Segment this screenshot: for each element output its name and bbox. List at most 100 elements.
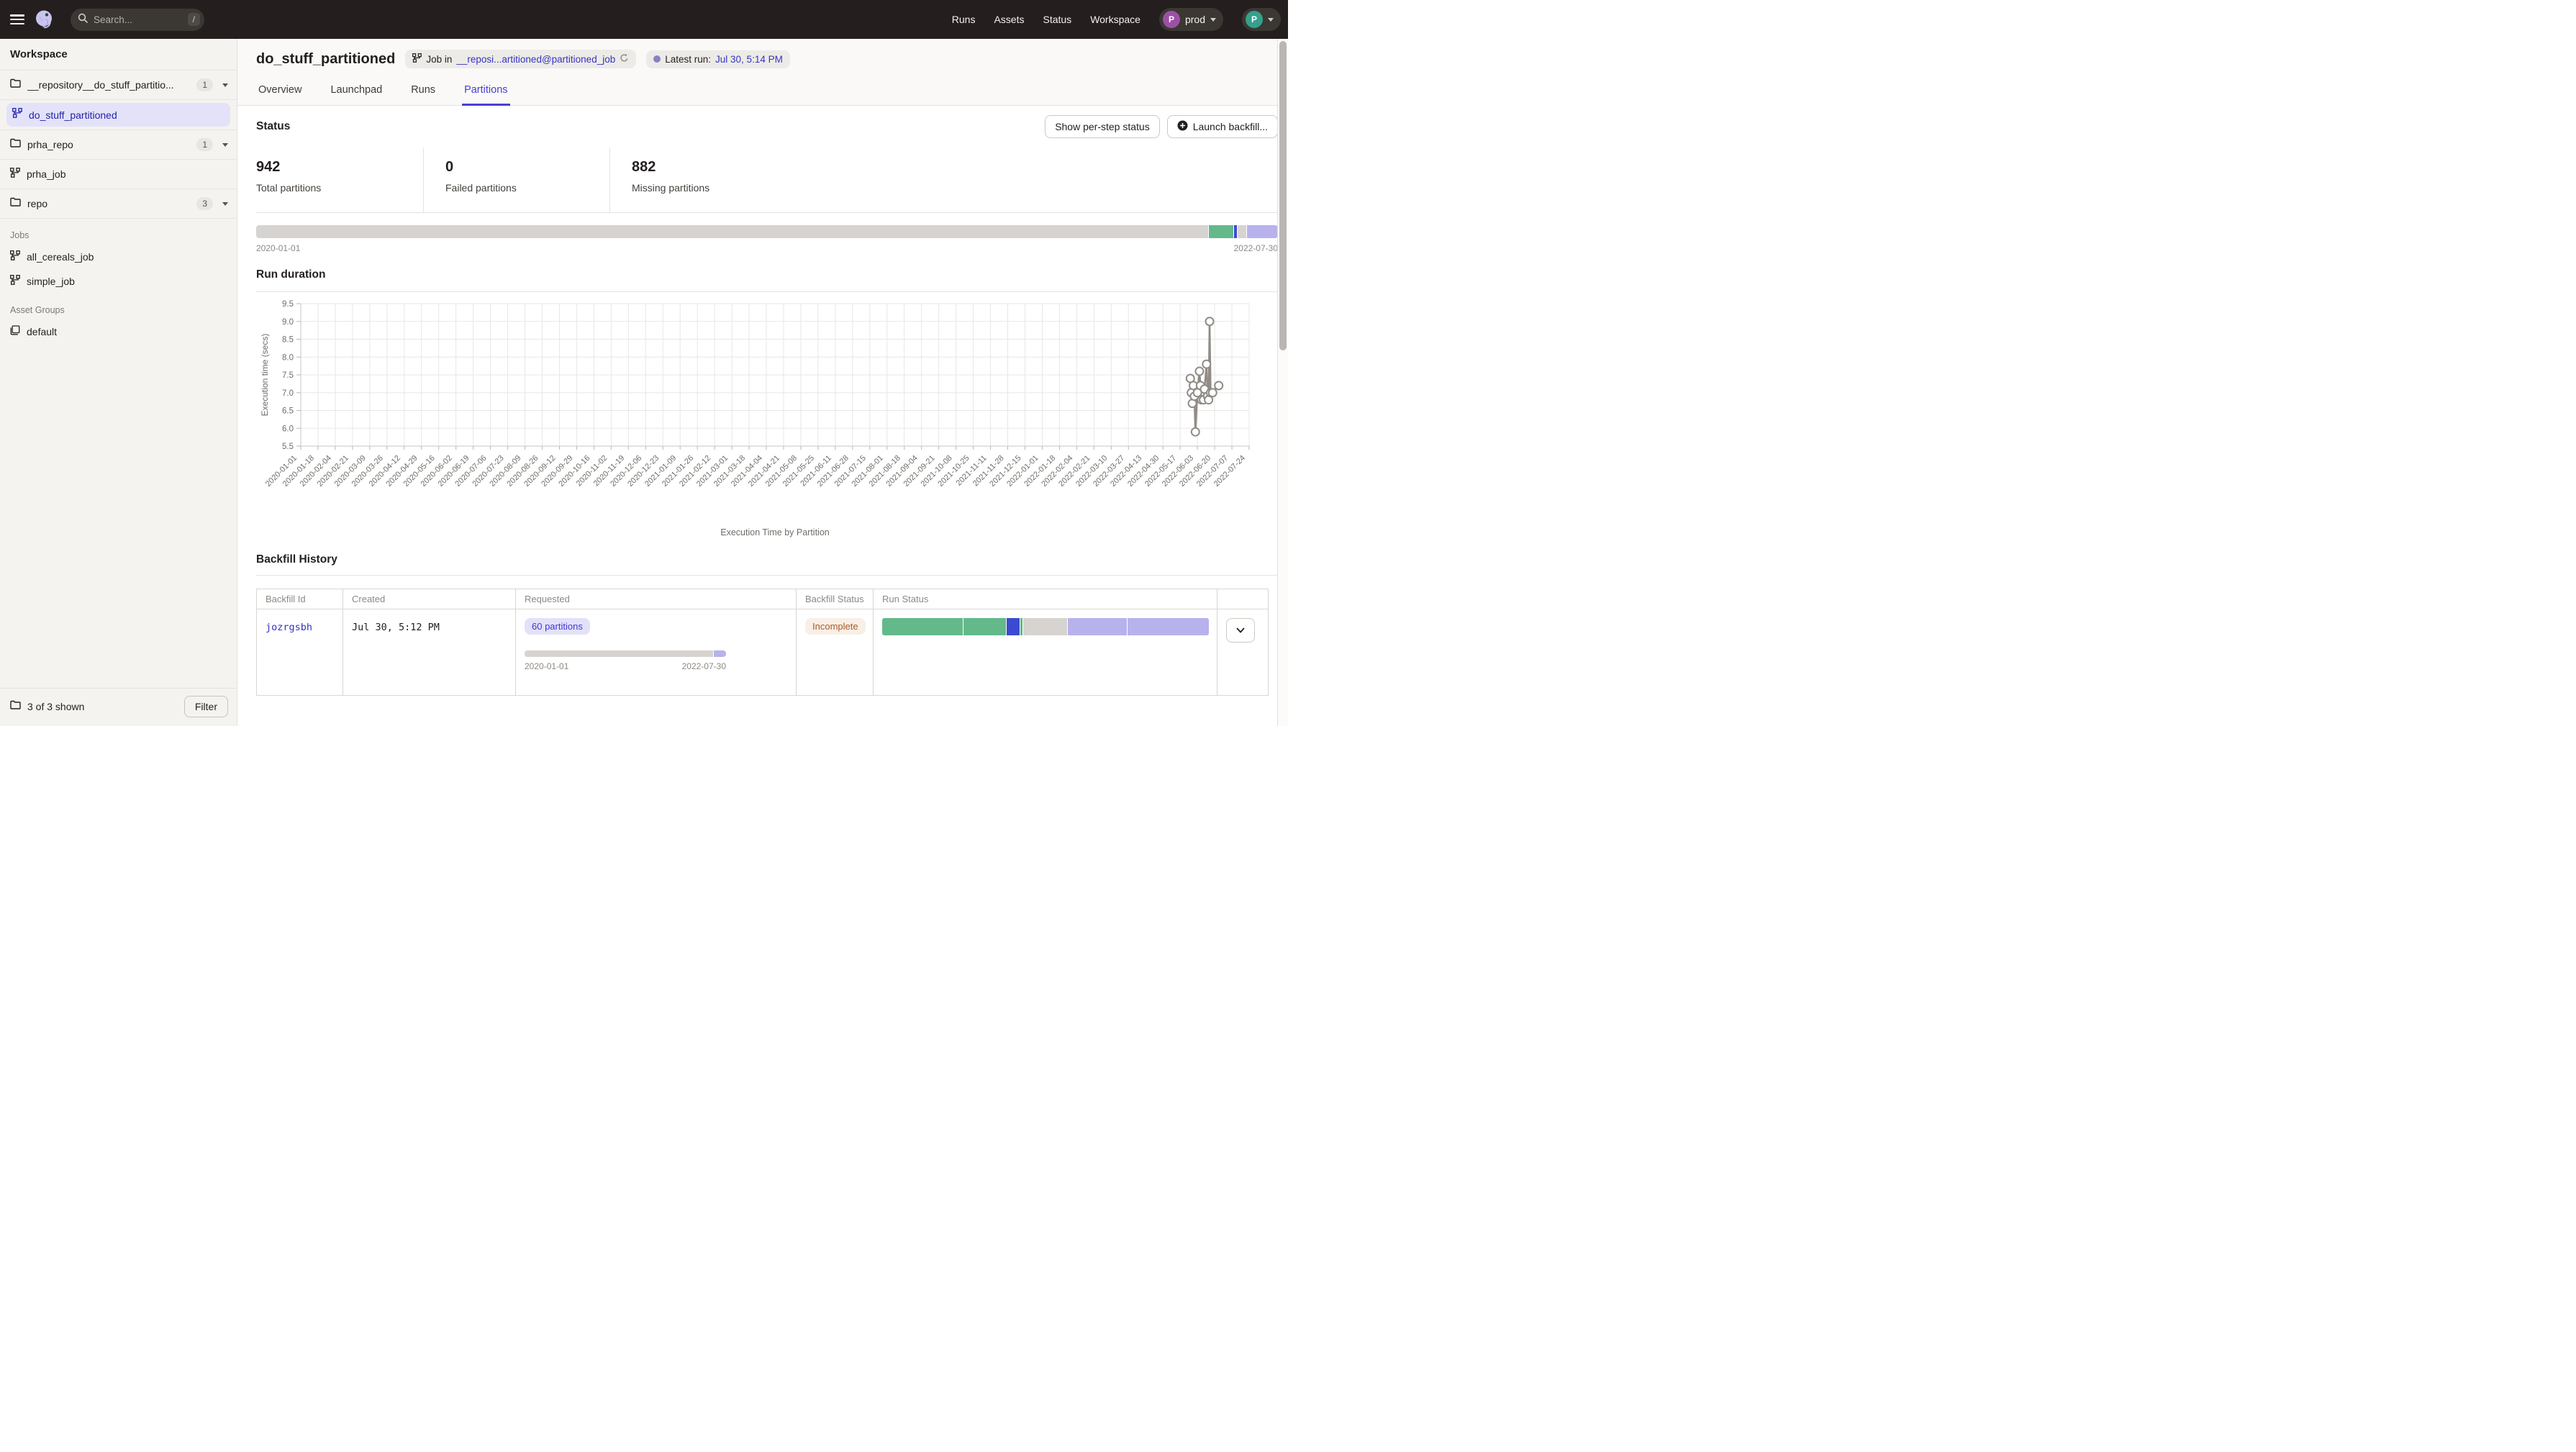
scrollbar-thumb[interactable] (1279, 41, 1287, 350)
deployment-avatar: P (1163, 11, 1180, 28)
job-icon (10, 275, 20, 289)
tab-overview[interactable]: Overview (256, 78, 304, 105)
folder-icon (10, 78, 21, 91)
column-header-backfill-status: Backfill Status (797, 589, 874, 609)
show-per-step-status-button[interactable]: Show per-step status (1045, 115, 1160, 138)
backfill-id-link[interactable]: jozrgsbh (266, 622, 312, 633)
dagster-logo-icon[interactable] (35, 9, 55, 30)
item-count-badge: 3 (196, 197, 213, 210)
sidebar-item-repository-do-stuff[interactable]: __repository__do_stuff_partitio... 1 (0, 71, 237, 100)
partition-range-start: 2020-01-01 (256, 243, 300, 253)
stat-value: 0 (445, 159, 609, 176)
latest-run-link[interactable]: Jul 30, 5:14 PM (715, 54, 783, 65)
svg-text:Execution time (secs): Execution time (secs) (260, 334, 270, 417)
nav-link-status[interactable]: Status (1043, 14, 1071, 25)
svg-text:6.0: 6.0 (282, 425, 294, 433)
stat-label: Failed partitions (445, 182, 609, 194)
sidebar-item-do-stuff-partitioned-selected[interactable]: do_stuff_partitioned (6, 103, 230, 127)
chevron-down-icon (1268, 18, 1274, 22)
filter-button[interactable]: Filter (184, 696, 228, 717)
search-placeholder: Search... (94, 14, 182, 25)
sidebar-item-label: prha_job (27, 168, 228, 180)
hamburger-menu-icon[interactable] (10, 14, 24, 24)
sidebar-item-label: __repository__do_stuff_partitio... (27, 79, 190, 91)
launch-backfill-button[interactable]: Launch backfill... (1167, 115, 1278, 138)
sidebar-item-prha-repo[interactable]: prha_repo 1 (0, 130, 237, 160)
stat-label: Total partitions (256, 182, 423, 194)
column-header-created: Created (343, 589, 516, 609)
main-content: do_stuff_partitioned Job in __reposi...a… (237, 39, 1288, 726)
search-icon (78, 13, 88, 27)
sidebar-item-prha-job[interactable]: prha_job (0, 160, 237, 189)
expand-caret-icon[interactable] (222, 202, 228, 206)
requested-partitions-chip[interactable]: 60 partitions (525, 618, 590, 635)
job-origin-prefix: Job in (426, 54, 452, 65)
svg-text:5.5: 5.5 (282, 443, 294, 451)
latest-run-tag: Latest run: Jul 30, 5:14 PM (646, 50, 790, 68)
repos-shown-count: 3 of 3 shown (27, 701, 178, 712)
sidebar-item-label: repo (27, 198, 190, 209)
sidebar-item-all-cereals-job[interactable]: all_cereals_job (0, 245, 237, 269)
user-avatar: P (1246, 11, 1263, 28)
jobs-section-label: Jobs (0, 219, 237, 245)
job-icon (10, 168, 20, 181)
expand-caret-icon[interactable] (222, 143, 228, 147)
page-header: do_stuff_partitioned Job in __reposi...a… (237, 39, 1288, 106)
sidebar-item-default-asset-group[interactable]: default (0, 319, 237, 344)
stat-label: Missing partitions (632, 182, 1278, 194)
tab-runs[interactable]: Runs (409, 78, 437, 105)
folder-icon (10, 197, 21, 210)
job-origin-link[interactable]: __reposi...artitioned@partitioned_job (456, 54, 615, 65)
vertical-scrollbar[interactable] (1277, 39, 1288, 726)
deployment-name: prod (1185, 14, 1205, 25)
svg-text:6.5: 6.5 (282, 407, 294, 416)
row-expand-button[interactable] (1226, 618, 1255, 643)
latest-run-label: Latest run: (665, 54, 711, 65)
sidebar-item-simple-job[interactable]: simple_job (0, 269, 237, 294)
column-header-actions (1217, 589, 1269, 609)
sidebar-item-label: do_stuff_partitioned (29, 109, 117, 121)
user-menu[interactable]: P (1242, 8, 1281, 31)
backfill-history-table: Backfill Id Created Requested Backfill S… (256, 589, 1269, 696)
svg-text:9.5: 9.5 (282, 300, 294, 309)
backfill-history-heading: Backfill History (256, 548, 1278, 575)
nav-link-runs[interactable]: Runs (952, 14, 976, 25)
run-duration-chart: 9.59.08.58.07.57.06.56.05.52020-01-01202… (256, 294, 1268, 544)
sidebar-item-label: simple_job (27, 276, 75, 287)
plus-circle-icon (1177, 120, 1188, 133)
folder-icon (10, 700, 21, 713)
asset-group-icon (10, 325, 20, 339)
expand-caret-icon[interactable] (222, 83, 228, 87)
chevron-down-icon (1210, 18, 1216, 22)
item-count-badge: 1 (196, 138, 213, 151)
nav-link-workspace[interactable]: Workspace (1090, 14, 1140, 25)
stat-total-partitions: 942 Total partitions (256, 148, 423, 212)
partition-range-end: 2022-07-30 (1234, 243, 1278, 253)
partition-stats: 942 Total partitions 0 Failed partitions… (256, 148, 1278, 213)
tab-bar: Overview Launchpad Runs Partitions (256, 78, 1278, 105)
requested-range-end: 2022-07-30 (682, 661, 726, 671)
sidebar-footer: 3 of 3 shown Filter (0, 688, 237, 726)
search-input[interactable]: Search... / (71, 9, 204, 31)
job-icon (412, 53, 422, 65)
table-header-row: Backfill Id Created Requested Backfill S… (257, 589, 1269, 609)
run-duration-heading: Run duration (256, 253, 1278, 291)
status-heading: Status (256, 120, 290, 133)
tab-partitions[interactable]: Partitions (462, 78, 509, 106)
reload-icon[interactable] (620, 53, 629, 65)
run-status-bar[interactable] (882, 618, 1209, 635)
deployment-switcher[interactable]: P prod (1159, 8, 1223, 31)
app-window: Search... / Runs Assets Status Workspace… (0, 0, 1288, 726)
requested-range-start: 2020-01-01 (525, 661, 568, 671)
sidebar-item-label: default (27, 326, 57, 337)
nav-link-assets[interactable]: Assets (994, 14, 1024, 25)
svg-text:Execution Time by Partition: Execution Time by Partition (720, 527, 830, 537)
stat-failed-partitions: 0 Failed partitions (423, 148, 609, 212)
tab-launchpad[interactable]: Launchpad (328, 78, 384, 105)
sidebar-item-repo[interactable]: repo 3 (0, 189, 237, 219)
column-header-requested: Requested (516, 589, 797, 609)
column-header-run-status: Run Status (874, 589, 1217, 609)
partition-status-bar[interactable] (256, 225, 1278, 238)
svg-text:9.0: 9.0 (282, 318, 294, 327)
table-row: jozrgsbh Jul 30, 5:12 PM 60 partitions 2… (257, 609, 1269, 696)
